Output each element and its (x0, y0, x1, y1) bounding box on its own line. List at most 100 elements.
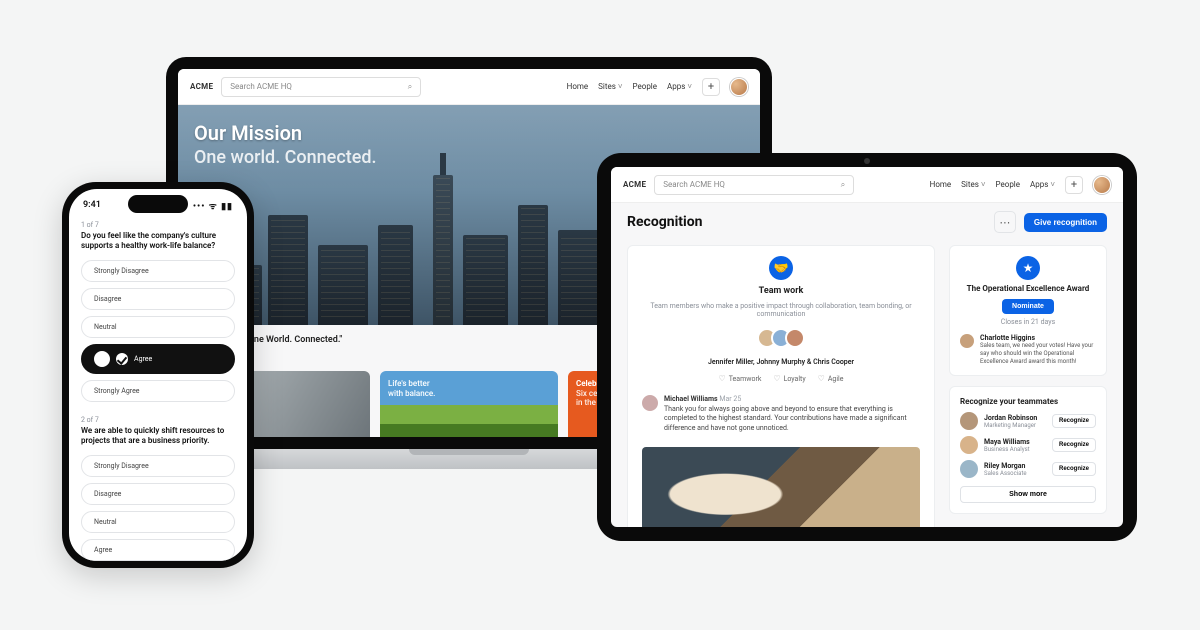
nominate-button[interactable]: Nominate (1002, 299, 1054, 314)
tablet-screen: ACME Search ACME HQ ⌕ Home Sites People … (611, 167, 1123, 527)
status-time: 9:41 (83, 200, 101, 210)
teamwork-title: Team work (642, 286, 920, 296)
question-text: We are able to quickly shift resources t… (81, 426, 235, 447)
post-author[interactable]: Michael Williams (664, 395, 718, 403)
option-agree[interactable]: Agree (81, 539, 235, 561)
spotlight-body: Sales team, we need your votes! Have you… (980, 342, 1096, 365)
brand-logo[interactable]: ACME (190, 82, 213, 91)
survey-body: 1 of 7 Do you feel like the company's cu… (69, 221, 247, 561)
hero-subtitle: One world. Connected. (194, 147, 377, 168)
phone-device: 9:41 ••• ᯤ ▮▮ 1 of 7 Do you feel like th… (62, 182, 254, 568)
search-input[interactable]: Search ACME HQ ⌕ (654, 175, 854, 195)
option-disagree[interactable]: Disagree (81, 483, 235, 505)
nav-apps[interactable]: Apps (667, 82, 692, 91)
tag-teamwork[interactable]: Teamwork (719, 374, 762, 383)
post-image (642, 447, 920, 527)
post-author-avatar[interactable] (642, 395, 658, 411)
award-icon: ★ (1016, 256, 1040, 280)
card-balance[interactable]: Life's better with balance. (380, 371, 558, 437)
tablet-appbar: ACME Search ACME HQ ⌕ Home Sites People … (611, 167, 1123, 203)
spotlight-name[interactable]: Charlotte Higgins (980, 334, 1096, 342)
teammate-row: Jordan RobinsonMarketing Manager Recogni… (960, 412, 1096, 430)
show-more-button[interactable]: Show more (960, 486, 1096, 503)
tablet-device: ACME Search ACME HQ ⌕ Home Sites People … (597, 153, 1137, 541)
award-card: ★ The Operational Excellence Award Nomin… (949, 245, 1107, 376)
laptop-appbar: ACME Search ACME HQ ⌕ Home Sites People … (178, 69, 760, 105)
teamwork-subtitle: Team members who make a positive impact … (642, 302, 920, 318)
search-input[interactable]: Search ACME HQ ⌕ (221, 77, 421, 97)
create-button[interactable]: + (702, 78, 720, 96)
nav-apps[interactable]: Apps (1030, 180, 1055, 189)
tag-agile[interactable]: Agile (818, 374, 844, 383)
nav-sites[interactable]: Sites (961, 180, 985, 189)
user-avatar[interactable] (1093, 176, 1111, 194)
search-icon: ⌕ (841, 180, 845, 190)
teammate-name[interactable]: Jordan Robinson (984, 414, 1046, 422)
nav-sites[interactable]: Sites (598, 82, 622, 91)
teammates-heading: Recognize your teammates (960, 397, 1096, 406)
option-neutral[interactable]: Neutral (81, 511, 235, 533)
hero-title: Our Mission (194, 121, 302, 145)
page-body: 🤝 Team work Team members who make a posi… (611, 235, 1123, 527)
option-agree-selected[interactable]: Agree (81, 344, 235, 374)
option-disagree[interactable]: Disagree (81, 288, 235, 310)
teammate-role: Marketing Manager (984, 422, 1046, 429)
status-icons: ••• ᯤ ▮▮ (193, 199, 233, 212)
tablet-camera (864, 158, 870, 164)
create-button[interactable]: + (1065, 176, 1083, 194)
award-closes: Closes in 21 days (960, 318, 1096, 326)
tag-loyalty[interactable]: Loyalty (773, 374, 805, 383)
avatar[interactable] (960, 460, 978, 478)
give-recognition-button[interactable]: Give recognition (1024, 213, 1107, 232)
question-counter: 1 of 7 (81, 221, 235, 229)
option-strongly-disagree[interactable]: Strongly Disagree (81, 455, 235, 477)
teammates-card: Recognize your teammates Jordan Robinson… (949, 386, 1107, 514)
nav-home[interactable]: Home (930, 180, 952, 189)
sidebar: ★ The Operational Excellence Award Nomin… (949, 245, 1107, 527)
avatar[interactable] (960, 412, 978, 430)
nav-home[interactable]: Home (567, 82, 589, 91)
teammate-role: Business Analyst (984, 446, 1046, 453)
page-header: Recognition ⋯ Give recognition (611, 203, 1123, 235)
nav-people[interactable]: People (633, 82, 657, 91)
option-strongly-disagree[interactable]: Strongly Disagree (81, 260, 235, 282)
question-text: Do you feel like the company's culture s… (81, 231, 235, 252)
avatar[interactable] (785, 328, 805, 348)
recognition-post: Michael Williams Mar 25 Thank you for al… (642, 395, 920, 433)
award-title: The Operational Excellence Award (960, 284, 1096, 293)
recognized-avatars (642, 328, 920, 348)
phone-notch (128, 195, 188, 213)
search-placeholder: Search ACME HQ (663, 180, 725, 189)
handshake-icon: 🤝 (769, 256, 793, 280)
more-button[interactable]: ⋯ (994, 211, 1016, 233)
search-icon: ⌕ (408, 82, 412, 92)
recognize-button[interactable]: Recognize (1052, 438, 1096, 452)
post-body: Thank you for always going above and bey… (664, 405, 920, 433)
laptop-nav: Home Sites People Apps + (567, 78, 748, 96)
teammate-name[interactable]: Riley Morgan (984, 462, 1046, 470)
phone-screen: 9:41 ••• ᯤ ▮▮ 1 of 7 Do you feel like th… (69, 189, 247, 561)
post-date: Mar 25 (719, 395, 741, 403)
brand-logo[interactable]: ACME (623, 180, 646, 189)
teammate-name[interactable]: Maya Williams (984, 438, 1046, 446)
teammate-role: Sales Associate (984, 470, 1046, 477)
search-placeholder: Search ACME HQ (230, 82, 292, 91)
recognition-tags: Teamwork Loyalty Agile (642, 374, 920, 383)
recognized-names: Jennifer Miller, Johnny Murphy & Chris C… (642, 358, 920, 366)
avatar[interactable] (960, 436, 978, 454)
question-counter: 2 of 7 (81, 416, 235, 424)
teammate-row: Riley MorganSales Associate Recognize (960, 460, 1096, 478)
recognition-card: 🤝 Team work Team members who make a posi… (627, 245, 935, 527)
option-strongly-agree[interactable]: Strongly Agree (81, 380, 235, 402)
tablet-nav: Home Sites People Apps + (930, 176, 1111, 194)
user-avatar[interactable] (730, 78, 748, 96)
teammate-row: Maya WilliamsBusiness Analyst Recognize (960, 436, 1096, 454)
check-icon (116, 353, 128, 365)
option-neutral[interactable]: Neutral (81, 316, 235, 338)
page-title: Recognition (627, 214, 702, 230)
recognize-button[interactable]: Recognize (1052, 462, 1096, 476)
recognize-button[interactable]: Recognize (1052, 414, 1096, 428)
card-balance-label: Life's better with balance. (388, 379, 550, 398)
nav-people[interactable]: People (996, 180, 1020, 189)
spotlight-avatar[interactable] (960, 334, 974, 348)
